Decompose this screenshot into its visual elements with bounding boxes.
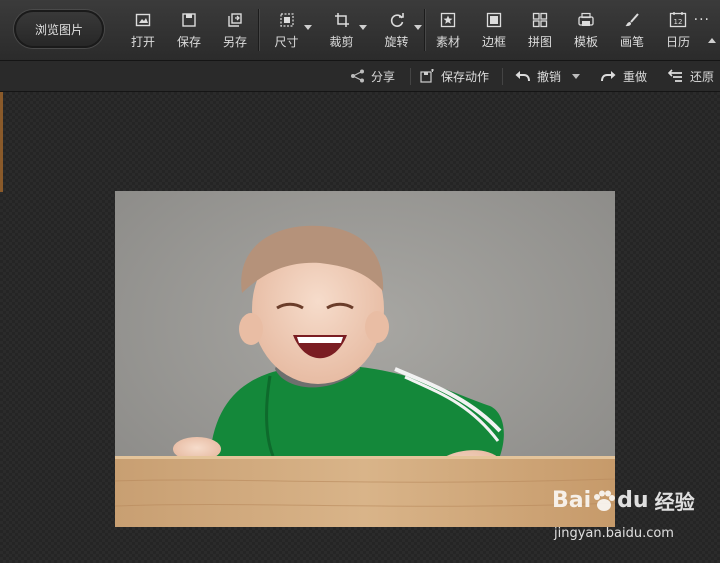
edited-photo[interactable] [115, 191, 615, 527]
rotate-label: 旋转 [384, 34, 409, 49]
watermark-brand: Bai [552, 488, 592, 513]
redo-icon [600, 69, 617, 83]
collage-button[interactable]: 拼图 [517, 0, 563, 60]
calendar-label: 日历 [665, 34, 690, 49]
save-button[interactable]: 保存 [166, 0, 212, 60]
collage-icon [531, 11, 549, 29]
action-divider [502, 68, 503, 85]
material-button[interactable]: 素材 [425, 0, 471, 60]
brush-button[interactable]: 画笔 [609, 0, 655, 60]
redo-button[interactable]: 重做 [600, 61, 647, 91]
resize-label: 尺寸 [274, 34, 299, 49]
border-label: 边框 [481, 34, 506, 49]
rotate-icon [388, 11, 406, 29]
window-edge [0, 92, 3, 192]
template-label: 模板 [573, 34, 598, 49]
rotate-button[interactable]: 旋转 [369, 0, 424, 60]
undo-button[interactable]: 撤销 [514, 61, 561, 91]
undo-icon [514, 69, 531, 83]
save-action-label: 保存动作 [441, 69, 490, 84]
crop-icon [333, 11, 351, 29]
resize-icon [278, 11, 296, 29]
browse-images-button[interactable]: 浏览图片 [14, 10, 104, 48]
baidu-jingyan-watermark: Bai du 经验 jingyan.baidu.com [552, 486, 712, 548]
open-button[interactable]: 打开 [120, 0, 166, 60]
chevron-down-icon [572, 73, 580, 79]
redo-label: 重做 [623, 69, 648, 84]
collapse-toolbar-icon[interactable] [708, 38, 716, 43]
share-icon [350, 69, 365, 83]
action-divider [410, 68, 411, 85]
template-icon [577, 11, 595, 29]
watermark-brand-2: du [617, 488, 649, 513]
laughing-child-photo [115, 191, 615, 527]
save-as-icon [226, 11, 244, 29]
more-menu-button[interactable]: ··· [694, 12, 710, 28]
save-action-button[interactable]: 保存动作 [420, 61, 489, 91]
save-icon [180, 11, 198, 29]
brush-icon [623, 11, 641, 29]
chevron-down-icon[interactable] [414, 25, 422, 30]
share-button[interactable]: 分享 [350, 61, 395, 91]
main-toolbar: 浏览图片 打开 保存 另存 尺寸 裁剪 旋转 素材 边框 拼图 模板 画笔 12… [0, 0, 720, 61]
crop-button[interactable]: 裁剪 [314, 0, 369, 60]
tool-group: 打开 保存 另存 尺寸 裁剪 旋转 素材 边框 拼图 模板 画笔 12 日历 [120, 0, 701, 60]
brush-label: 画笔 [619, 34, 644, 49]
template-button[interactable]: 模板 [563, 0, 609, 60]
calendar-button[interactable]: 12 日历 [655, 0, 701, 60]
save-as-label: 另存 [222, 34, 247, 49]
undo-dropdown[interactable] [572, 61, 580, 91]
calendar-day-text: 12 [674, 18, 683, 26]
restore-label: 还原 [690, 69, 715, 84]
share-label: 分享 [371, 69, 396, 84]
save-label: 保存 [176, 34, 201, 49]
chevron-down-icon[interactable] [304, 25, 312, 30]
baidu-logo: Bai du 经验 [552, 486, 695, 515]
border-icon [485, 11, 503, 29]
restore-icon [668, 69, 684, 83]
crop-label: 裁剪 [329, 34, 354, 49]
material-label: 素材 [435, 34, 460, 49]
watermark-url: jingyan.baidu.com [554, 526, 674, 541]
resize-button[interactable]: 尺寸 [259, 0, 314, 60]
save-action-icon [420, 69, 435, 83]
material-icon [439, 11, 457, 29]
open-label: 打开 [130, 34, 155, 49]
border-button[interactable]: 边框 [471, 0, 517, 60]
action-bar: 分享 保存动作 撤销 重做 还原 [0, 61, 720, 92]
collage-label: 拼图 [527, 34, 552, 49]
chevron-down-icon[interactable] [359, 25, 367, 30]
restore-button[interactable]: 还原 [668, 61, 714, 91]
save-as-button[interactable]: 另存 [212, 0, 258, 60]
calendar-icon: 12 [669, 11, 687, 29]
paw-icon [594, 490, 616, 511]
undo-label: 撤销 [537, 69, 562, 84]
open-icon [134, 11, 152, 29]
watermark-brand-cn: 经验 [654, 490, 695, 514]
